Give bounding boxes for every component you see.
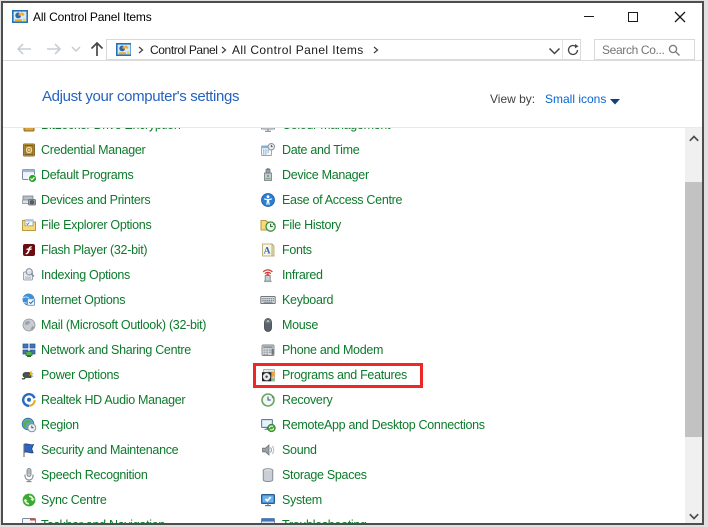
- svg-text:A: A: [264, 246, 271, 256]
